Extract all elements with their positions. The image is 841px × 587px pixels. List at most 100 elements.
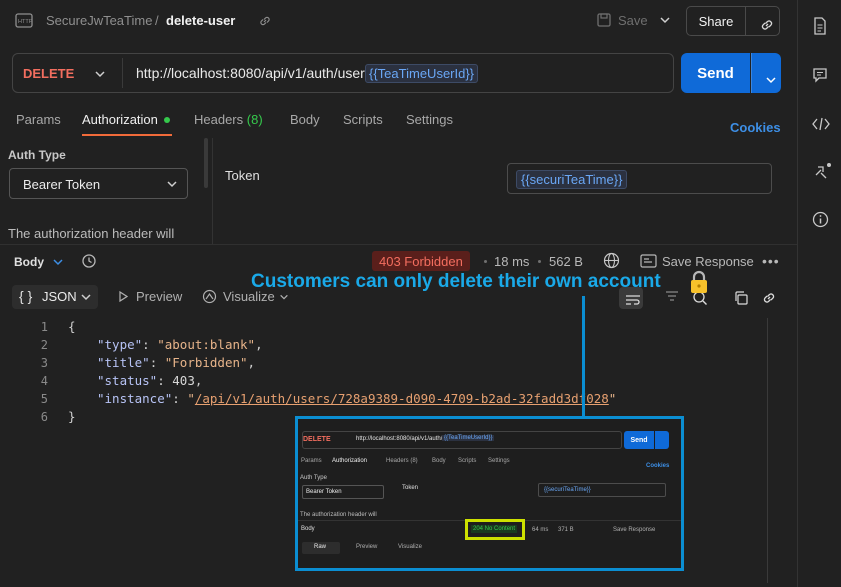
link-icon[interactable] [761, 290, 777, 306]
line-number: 2 [40, 338, 48, 352]
save-response-button[interactable]: Save Response [662, 254, 754, 269]
active-tab-indicator [82, 134, 172, 136]
inset-screenshot: DELETE http://localhost:8080/api/v1/auth… [295, 416, 684, 571]
line-number: 5 [40, 392, 48, 406]
inset-tab-headers: Headers (8) [386, 458, 418, 464]
save-response-icon [640, 254, 657, 268]
breadcrumb-collection[interactable]: SecureJwTeaTime [46, 13, 152, 28]
chevron-down-icon [765, 74, 777, 86]
response-body-label[interactable]: Body [14, 255, 44, 269]
copy-icon[interactable] [733, 290, 749, 306]
inset-save-response: Save Response [613, 527, 656, 533]
history-icon[interactable] [81, 253, 97, 269]
inset-method: DELETE [303, 436, 331, 443]
inset-response-time: 64 ms [532, 527, 549, 533]
scrollbar[interactable] [767, 318, 768, 583]
status-dot [164, 117, 170, 123]
save-icon[interactable] [596, 12, 612, 28]
chevron-down-icon[interactable] [279, 292, 289, 302]
json-open-brace: { [68, 319, 76, 334]
link-icon[interactable] [258, 14, 272, 28]
divider [0, 244, 797, 245]
instance-link[interactable]: /api/v1/auth/users/728a9389-d090-4709-b2… [195, 391, 609, 406]
json-line-status: "status": 403, [97, 373, 203, 388]
separator-dot [538, 260, 541, 263]
tab-headers-label: Headers [194, 112, 244, 127]
format-value: JSON [42, 289, 77, 304]
cookies-link[interactable]: Cookies [730, 120, 781, 135]
separator-dot [484, 260, 487, 263]
inset-token-value: {{securiTeaTime}} [544, 487, 591, 493]
inset-tab-body: Body [432, 458, 446, 464]
json-close-brace: } [68, 409, 76, 424]
token-variable[interactable]: {{securiTeaTime}} [516, 170, 628, 189]
chevron-down-icon[interactable] [94, 68, 106, 80]
inset-tab-scripts: Scripts [458, 458, 477, 464]
inset-tab-authorization: Authorization [332, 458, 368, 464]
save-button[interactable]: Save [618, 13, 648, 28]
svg-text:HTTP: HTTP [18, 19, 33, 25]
filter-icon[interactable] [664, 290, 680, 304]
tab-settings[interactable]: Settings [406, 112, 453, 127]
globe-icon[interactable] [603, 252, 620, 269]
auth-type-label: Auth Type [8, 148, 66, 162]
tab-headers[interactable]: Headers (8) [194, 112, 263, 127]
info-icon[interactable] [812, 211, 829, 228]
inset-auth-type-value: Bearer Token [306, 489, 342, 495]
method-select[interactable]: DELETE [23, 66, 74, 81]
send-button[interactable]: Send [681, 53, 750, 93]
url-input[interactable]: http://localhost:8080/api/v1/auth/users/ [136, 65, 376, 81]
inset-cookies: Cookies [646, 463, 670, 469]
inset-send-options [655, 431, 669, 449]
inset-send-button: Send [624, 431, 654, 449]
inset-help-text: The authorization header will [300, 512, 377, 518]
copy-link-button[interactable] [745, 6, 780, 36]
braces-icon: { } [19, 288, 33, 304]
chevron-down-icon[interactable] [52, 256, 64, 268]
preview-button[interactable]: Preview [136, 289, 182, 304]
line-number: 1 [40, 320, 48, 334]
http-icon: HTTP [15, 11, 35, 31]
line-number: 4 [40, 374, 48, 388]
annotation-caption: Customers can only delete their own acco… [251, 271, 661, 292]
link-icon [759, 17, 775, 33]
inset-response-size: 371 B [558, 527, 574, 533]
breadcrumb-separator: / [155, 13, 159, 28]
inset-url-variable: {{TeaTimeUserId}} [442, 435, 495, 441]
tab-body[interactable]: Body [290, 112, 320, 127]
related-icon[interactable] [812, 161, 832, 181]
inset-token-label: Token [402, 485, 419, 491]
divider [122, 58, 123, 88]
inset-status-badge: 204 No Content [471, 525, 518, 533]
inset-body-label: Body [301, 526, 315, 532]
inset-visualize: Visualize [398, 544, 422, 550]
document-icon[interactable] [812, 17, 828, 35]
chevron-down-icon[interactable] [659, 14, 671, 26]
send-options-button[interactable] [751, 53, 781, 93]
wrap-icon [625, 293, 641, 307]
inset-auth-type-label: Auth Type [300, 475, 327, 481]
annotation-connector [582, 296, 585, 418]
json-line-title: "title": "Forbidden", [97, 355, 256, 370]
tab-params[interactable]: Params [16, 112, 61, 127]
panel-resize-handle[interactable] [204, 138, 208, 188]
visualize-icon[interactable] [201, 288, 218, 305]
comment-icon[interactable] [812, 67, 828, 83]
right-sidebar [797, 0, 841, 587]
more-options-button[interactable]: ••• [762, 253, 780, 269]
json-line-type: "type": "about:blank", [97, 337, 263, 352]
response-time: 18 ms [494, 254, 530, 269]
response-size: 562 B [549, 254, 583, 269]
play-icon[interactable] [117, 290, 130, 303]
request-title[interactable]: delete-user [166, 13, 235, 28]
inset-tab-params: Params [301, 458, 322, 464]
tab-authorization[interactable]: Authorization [82, 112, 158, 127]
token-label: Token [225, 168, 260, 183]
code-icon[interactable] [812, 116, 830, 132]
line-number: 3 [40, 356, 48, 370]
lock-icon [689, 270, 709, 294]
chevron-down-icon [166, 178, 178, 190]
share-button[interactable]: Share [686, 6, 746, 36]
url-variable[interactable]: {{TeaTimeUserId}} [365, 64, 479, 83]
tab-scripts[interactable]: Scripts [343, 112, 383, 127]
